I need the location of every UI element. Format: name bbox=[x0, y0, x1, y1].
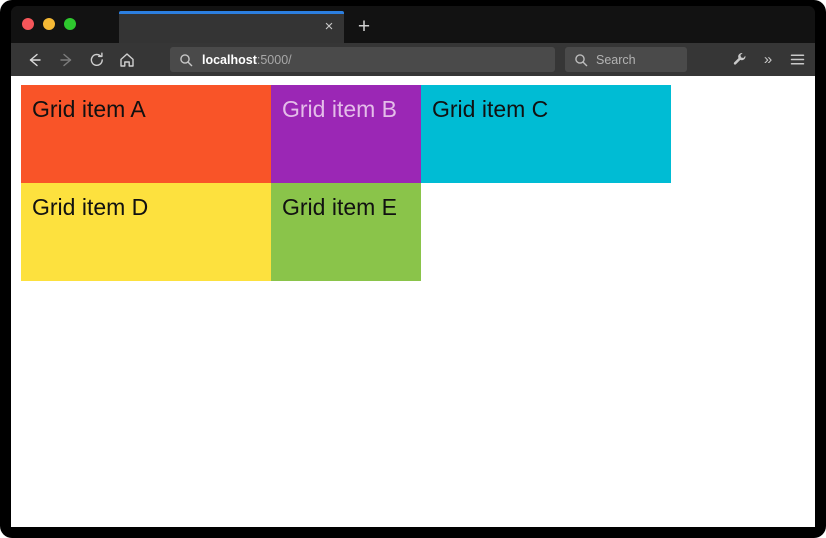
browser-chrome: × + localhost:5000/ Search » bbox=[11, 6, 815, 76]
wrench-button[interactable] bbox=[727, 47, 751, 72]
address-bar-value: localhost:5000/ bbox=[202, 53, 292, 67]
toolbar-actions: » bbox=[727, 47, 807, 72]
window-controls bbox=[22, 18, 76, 30]
hamburger-menu-button[interactable] bbox=[785, 47, 809, 72]
wrench-icon bbox=[733, 53, 745, 65]
overflow-menu-button[interactable]: » bbox=[756, 47, 780, 72]
browser-window-frame: × + localhost:5000/ Search » Grid item A… bbox=[0, 0, 826, 538]
address-bar[interactable]: localhost:5000/ bbox=[170, 47, 555, 72]
window-maximize-button[interactable] bbox=[64, 18, 76, 30]
home-icon bbox=[120, 53, 134, 67]
url-host: localhost bbox=[202, 52, 257, 67]
search-icon bbox=[574, 53, 588, 67]
forward-arrow-icon bbox=[60, 53, 72, 67]
grid-item-e: Grid item E bbox=[271, 183, 421, 281]
grid-item-a: Grid item A bbox=[21, 85, 271, 183]
window-close-button[interactable] bbox=[22, 18, 34, 30]
back-button[interactable] bbox=[22, 47, 48, 73]
navigation-toolbar: localhost:5000/ Search » bbox=[11, 43, 815, 76]
grid-item-c: Grid item C bbox=[421, 85, 671, 183]
url-path: :5000/ bbox=[256, 52, 292, 67]
hamburger-menu-icon bbox=[790, 54, 804, 65]
search-icon bbox=[179, 53, 193, 67]
grid-item-b: Grid item B bbox=[271, 85, 421, 183]
reload-icon bbox=[90, 52, 103, 66]
search-placeholder: Search bbox=[596, 52, 636, 67]
back-arrow-icon bbox=[29, 53, 41, 67]
grid-item-d: Grid item D bbox=[21, 183, 271, 281]
page-viewport: Grid item A Grid item B Grid item C Grid… bbox=[11, 76, 815, 527]
tab-strip: × + bbox=[11, 6, 815, 43]
browser-tab[interactable]: × bbox=[119, 11, 344, 43]
home-button[interactable] bbox=[114, 47, 140, 73]
window-minimize-button[interactable] bbox=[43, 18, 55, 30]
reload-button[interactable] bbox=[84, 47, 110, 73]
search-input[interactable]: Search bbox=[565, 47, 687, 72]
forward-button[interactable] bbox=[53, 47, 79, 73]
css-grid-container: Grid item A Grid item B Grid item C Grid… bbox=[21, 85, 671, 281]
new-tab-button[interactable]: + bbox=[352, 15, 376, 39]
close-icon[interactable]: × bbox=[320, 18, 338, 36]
